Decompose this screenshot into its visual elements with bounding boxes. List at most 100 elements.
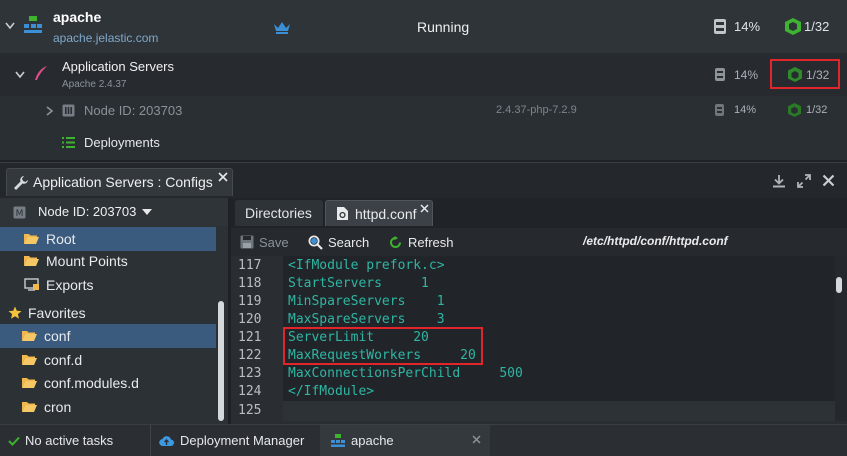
- configs-window-tab[interactable]: Application Servers : Configs: [6, 168, 233, 196]
- application-servers-version: Apache 2.4.37: [62, 79, 127, 90]
- close-window-icon[interactable]: [822, 174, 835, 187]
- directives-highlight-box: [283, 327, 483, 365]
- line-number: 119: [238, 294, 262, 309]
- environment-domain-link[interactable]: apache.jelastic.com: [53, 31, 158, 45]
- close-icon[interactable]: [420, 204, 429, 213]
- tab-httpd-conf[interactable]: httpd.conf: [325, 200, 433, 226]
- feather-icon: [35, 66, 47, 80]
- application-servers-title[interactable]: Application Servers: [62, 59, 174, 74]
- code-line[interactable]: </IfModule>: [288, 384, 374, 399]
- star-icon: [8, 306, 22, 319]
- application-servers-row[interactable]: Application Servers Apache 2.4.37 14% 1/…: [0, 54, 847, 96]
- tree-item-root[interactable]: Root: [0, 227, 216, 251]
- deployments-label[interactable]: Deployments: [84, 135, 160, 150]
- tree-item-label: cron: [44, 399, 72, 415]
- svg-text:M: M: [16, 209, 24, 219]
- environment-cubes-icon: [331, 434, 345, 447]
- taskbar-divider: [150, 425, 151, 456]
- exports-icon: [24, 278, 39, 291]
- list-icon: [62, 137, 75, 148]
- environment-row[interactable]: apache apache.jelastic.com Running 14% 1…: [0, 0, 847, 54]
- code-line[interactable]: StartServers 1: [288, 276, 429, 291]
- line-number: 118: [238, 276, 262, 291]
- environment-name[interactable]: apache: [53, 9, 101, 25]
- node-version-tag: 2.4.37-php-7.2.9: [496, 104, 577, 116]
- tab-httpd-label: httpd.conf: [355, 205, 417, 222]
- chevron-down-icon[interactable]: [15, 71, 25, 79]
- line-number: 121: [238, 330, 262, 345]
- checkmark-icon: [8, 436, 20, 446]
- close-icon[interactable]: [218, 172, 228, 182]
- tree-item-label: Exports: [46, 277, 94, 293]
- tasks-status[interactable]: No active tasks: [8, 425, 113, 456]
- tree-item-conf-modules-d[interactable]: conf.modules.d: [0, 371, 216, 395]
- cpu-usage-icon: [715, 68, 725, 81]
- search-icon: [308, 235, 323, 250]
- code-line[interactable]: MaxConnectionsPerChild 500: [288, 366, 523, 381]
- node-row[interactable]: Node ID: 203703 2.4.37-php-7.2.9 14% 1/3…: [0, 96, 847, 126]
- tasks-status-label: No active tasks: [25, 433, 114, 448]
- save-disk-icon: [240, 235, 254, 249]
- cloudlet-icon: [785, 18, 801, 35]
- configs-window-title: Application Servers : Configs: [33, 174, 213, 190]
- line-number: 120: [238, 312, 262, 327]
- current-line-highlight: [283, 401, 836, 421]
- folder-open-icon: [24, 256, 39, 266]
- refresh-button[interactable]: Refresh: [389, 228, 454, 256]
- node-m-icon: M: [13, 206, 26, 219]
- line-number: 123: [238, 366, 262, 381]
- line-number: 125: [238, 403, 262, 418]
- node-selector-label[interactable]: Node ID: 203703: [38, 204, 136, 219]
- cpu-usage-icon: [714, 19, 726, 34]
- tree-item-mount-points[interactable]: Mount Points: [0, 249, 216, 273]
- download-icon[interactable]: [772, 174, 786, 188]
- chevron-down-icon[interactable]: [5, 22, 15, 30]
- line-number: 124: [238, 384, 262, 399]
- cpu-usage-icon: [715, 104, 724, 116]
- environment-cpu: 14%: [734, 19, 761, 34]
- tree-item-conf[interactable]: conf: [0, 324, 216, 348]
- favorites-section[interactable]: Favorites: [0, 302, 216, 324]
- deployments-row[interactable]: Deployments: [0, 126, 847, 159]
- environment-status: Running: [417, 19, 470, 35]
- tab-directories[interactable]: Directories: [235, 200, 323, 226]
- cloudlets-highlight-box: [770, 59, 840, 89]
- apache-task-label: apache: [351, 433, 394, 448]
- deployment-manager-button[interactable]: Deployment Manager: [159, 425, 304, 456]
- folder-open-icon: [22, 378, 37, 388]
- tree-item-exports[interactable]: Exports: [0, 273, 216, 297]
- tree-scrollbar[interactable]: [218, 301, 224, 421]
- wrench-icon: [14, 176, 28, 190]
- code-line[interactable]: MaxSpareServers 3: [288, 312, 445, 327]
- node-id-label[interactable]: Node ID: 203703: [84, 103, 182, 118]
- save-label: Save: [259, 234, 289, 250]
- tree-item-label: conf.modules.d: [44, 375, 139, 391]
- maximize-icon[interactable]: [797, 174, 811, 188]
- deployment-manager-label: Deployment Manager: [180, 433, 305, 448]
- cloud-upload-icon: [159, 435, 174, 446]
- tree-item-label: conf: [44, 328, 71, 344]
- caret-down-icon[interactable]: [142, 209, 152, 215]
- tree-item-label: Root: [46, 231, 76, 247]
- file-path: /etc/httpd/conf/httpd.conf: [583, 234, 728, 248]
- line-number: 122: [238, 348, 262, 363]
- line-number: 117: [238, 258, 262, 273]
- favorites-label: Favorites: [28, 305, 86, 321]
- save-button[interactable]: Save: [240, 228, 289, 256]
- editor-scroll-thumb[interactable]: [836, 277, 842, 293]
- search-button[interactable]: Search: [308, 228, 369, 256]
- folder-open-icon: [22, 402, 37, 412]
- folder-open-icon: [22, 331, 37, 341]
- chevron-right-icon[interactable]: [46, 106, 54, 116]
- server-node-icon: [62, 104, 75, 117]
- code-line[interactable]: <IfModule prefork.c>: [288, 258, 445, 273]
- tree-item-cron[interactable]: cron: [0, 395, 216, 419]
- node-cpu: 14%: [734, 104, 757, 116]
- code-line[interactable]: MinSpareServers 1: [288, 294, 445, 309]
- cloudlet-icon: [788, 103, 801, 117]
- tree-item-label: conf.d: [44, 352, 83, 368]
- tree-item-conf-d[interactable]: conf.d: [0, 348, 216, 372]
- apache-task[interactable]: apache: [331, 425, 394, 456]
- node-selector[interactable]: M Node ID: 203703: [0, 198, 228, 226]
- close-icon[interactable]: [472, 435, 481, 444]
